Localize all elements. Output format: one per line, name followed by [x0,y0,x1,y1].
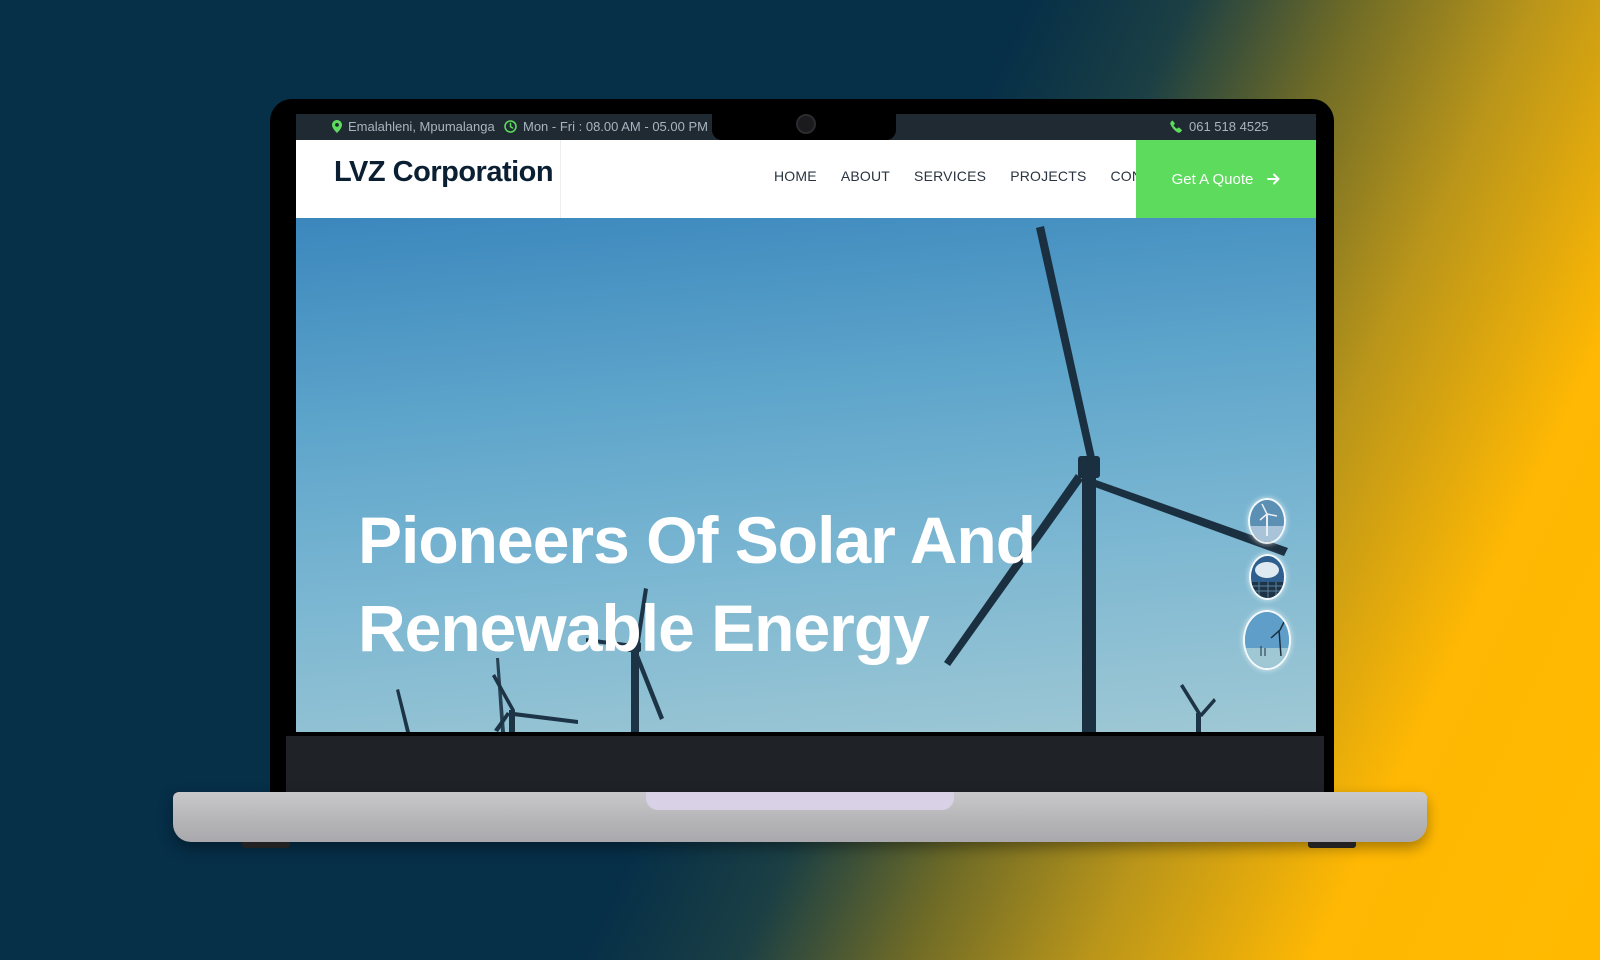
location-info: Emalahleni, Mpumalanga [332,119,495,134]
solar-panel-thumbnail-icon [1251,556,1284,598]
phone-icon [1170,120,1182,133]
get-a-quote-button[interactable]: Get A Quote [1136,140,1316,218]
hero-banner: Pioneers Of Solar And Renewable Energy [296,218,1316,732]
phone-info[interactable]: 061 518 4525 [1170,119,1269,134]
hero-title: Pioneers Of Solar And Renewable Energy [358,496,1036,672]
phone-text[interactable]: 061 518 4525 [1189,119,1269,134]
laptop-base [173,792,1427,842]
hours-text: Mon - Fri : 08.00 AM - 05.00 PM [523,119,708,134]
location-text: Emalahleni, Mpumalanga [348,119,495,134]
hero-title-line-1: Pioneers Of Solar And [358,503,1036,577]
slide-thumbnail-3[interactable] [1243,610,1291,670]
main-navbar: LVZ Corporation HOME ABOUT SERVICES PROJ… [296,140,1316,218]
laptop-foot-left [242,842,290,848]
webcam-notch [712,114,896,140]
brand-logo-text[interactable]: LVZ Corporation [334,156,554,189]
nav-links: HOME ABOUT SERVICES PROJECTS CONTACT [774,168,1179,184]
slide-thumbnail-1[interactable] [1248,498,1286,544]
brand-divider [560,140,561,218]
get-a-quote-label: Get A Quote [1171,170,1254,188]
clock-icon [504,120,517,133]
windfarm-thumbnail-icon [1245,612,1289,668]
nav-link-about[interactable]: ABOUT [841,168,890,184]
nav-link-home[interactable]: HOME [774,168,817,184]
turbine-thumbnail-icon [1250,500,1284,542]
nav-link-projects[interactable]: PROJECTS [1010,168,1086,184]
hours-info: Mon - Fri : 08.00 AM - 05.00 PM [504,119,708,134]
hero-title-line-2: Renewable Energy [358,591,930,665]
laptop-foot-right [1308,842,1356,848]
laptop-base-notch [646,792,954,810]
webcam-icon [796,114,816,134]
map-pin-icon [332,120,342,133]
slide-thumbnail-2[interactable] [1249,554,1286,600]
arrow-right-icon [1267,173,1280,185]
laptop-bezel-bottom [286,736,1324,792]
website-screen: Emalahleni, Mpumalanga Mon - Fri : 08.00… [296,114,1316,732]
nav-link-services[interactable]: SERVICES [914,168,986,184]
